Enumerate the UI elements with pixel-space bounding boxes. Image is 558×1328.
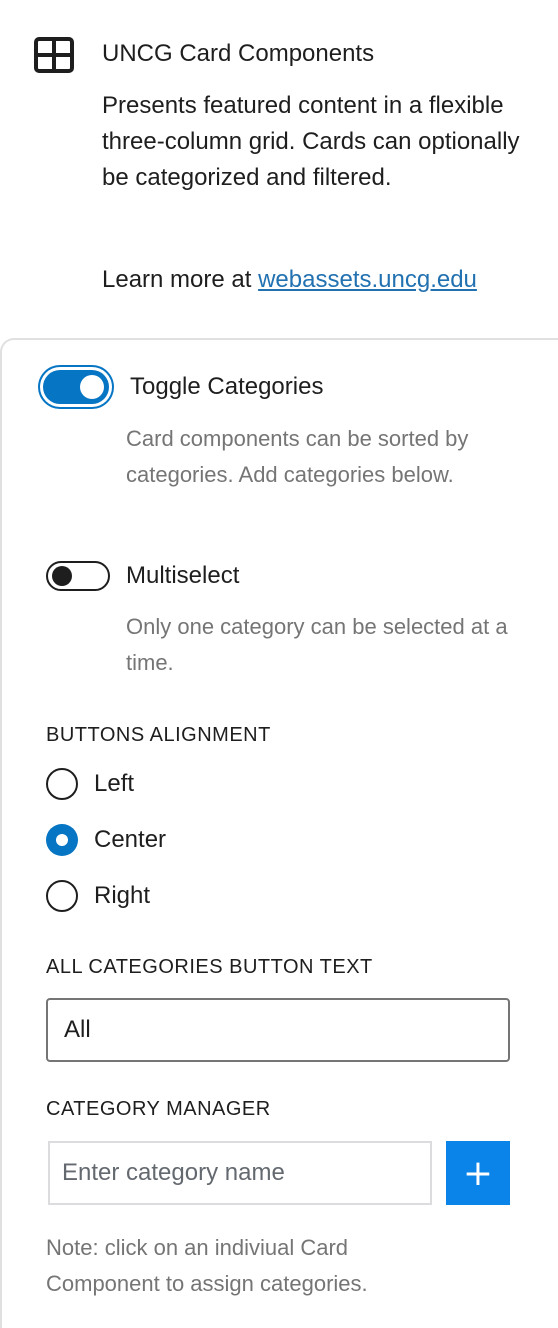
toggle-categories-help: Card components can be sorted by categor… — [126, 426, 469, 487]
buttons-alignment-label: Buttons Alignment — [46, 724, 271, 746]
toggle-categories-label: Toggle Categories — [130, 373, 324, 400]
toggle-knob — [52, 566, 72, 586]
radio-center-label: Center — [94, 826, 167, 853]
radio-right[interactable] — [46, 880, 78, 912]
multiselect-row[interactable]: Multiselect — [40, 561, 239, 591]
add-category-button[interactable]: + — [446, 1141, 510, 1205]
category-manager-label: Category Manager — [46, 1098, 271, 1120]
all-categories-text-input[interactable] — [46, 998, 510, 1062]
radio-right-row[interactable]: Right — [46, 880, 150, 912]
block-title: UNCG Card Components — [102, 40, 375, 67]
radio-left-row[interactable]: Left — [46, 768, 134, 800]
radio-right-label: Right — [94, 882, 151, 909]
toggle-categories-switch[interactable] — [43, 370, 109, 404]
category-name-input[interactable] — [48, 1141, 432, 1205]
radio-center-row[interactable]: Center — [46, 824, 166, 856]
radio-left[interactable] — [46, 768, 78, 800]
toggle-knob — [80, 375, 104, 399]
learn-more: Learn more at webassets.uncg.edu — [102, 266, 477, 294]
radio-left-label: Left — [94, 770, 135, 797]
grid-icon — [34, 37, 74, 73]
learn-more-link[interactable]: webassets.uncg.edu — [258, 266, 477, 293]
block-card: UNCG Card Components Presents featured c… — [0, 0, 558, 340]
learn-more-prefix: Learn more at — [102, 266, 259, 293]
multiselect-switch[interactable] — [46, 561, 110, 591]
all-categories-text-label: All Categories Button Text — [46, 956, 373, 978]
category-note: Note: click on an indiviual Card Compone… — [46, 1235, 368, 1296]
multiselect-help: Only one category can be selected at a t… — [126, 614, 508, 675]
multiselect-label: Multiselect — [126, 562, 240, 589]
block-description: Presents featured content in a flexible … — [102, 92, 520, 191]
toggle-categories-row[interactable]: Toggle Categories — [40, 367, 323, 407]
radio-center[interactable] — [46, 824, 78, 856]
